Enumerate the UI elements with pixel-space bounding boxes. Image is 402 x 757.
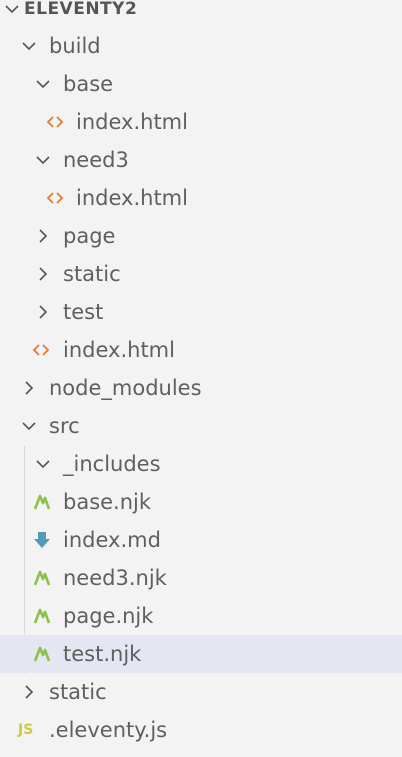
tree-item-eleventy-js[interactable]: JS .eleventy.js [0, 711, 402, 749]
tree-item-label: base.njk [63, 490, 152, 514]
tree-item-label: .eleventy.js [49, 718, 168, 742]
tree-item-label: node_modules [49, 376, 202, 400]
tree-item-label: index.md [63, 528, 161, 552]
tree-item-label: index.html [63, 338, 175, 362]
chevron-down-icon[interactable] [33, 454, 53, 474]
html-code-icon [45, 112, 65, 132]
file-explorer: ELEVENTY2 build base index.html need3 in… [0, 0, 402, 757]
chevron-right-icon[interactable] [19, 378, 39, 398]
tree-item-label: index.html [76, 110, 188, 134]
chevron-down-icon[interactable] [33, 74, 53, 94]
nunjucks-icon [32, 644, 52, 664]
html-code-icon [31, 340, 51, 360]
chevron-down-icon[interactable] [19, 36, 39, 56]
tree-item-need3-index-html[interactable]: index.html [0, 179, 402, 217]
javascript-icon: JS [18, 722, 34, 738]
tree-item-test-njk[interactable]: test.njk [0, 635, 402, 673]
nunjucks-icon [32, 606, 52, 626]
nunjucks-icon [32, 568, 52, 588]
tree-item-node-modules[interactable]: node_modules [0, 369, 402, 407]
tree-item-label: test.njk [63, 642, 142, 666]
chevron-right-icon[interactable] [33, 302, 53, 322]
chevron-down-icon[interactable] [19, 416, 39, 436]
tree-item-label: src [49, 414, 80, 438]
tree-item-label: page [63, 224, 116, 248]
tree-item-need3[interactable]: need3 [0, 141, 402, 179]
tree-item-label: static [49, 680, 107, 704]
tree-item-label: index.html [76, 186, 188, 210]
tree-item-build-index-html[interactable]: index.html [0, 331, 402, 369]
tree-item-label: build [49, 34, 101, 58]
tree-item-need3-njk[interactable]: need3.njk [0, 559, 402, 597]
nunjucks-icon [32, 492, 52, 512]
tree-item-build[interactable]: build [0, 27, 402, 65]
tree-item-page[interactable]: page [0, 217, 402, 255]
tree-item-static-build[interactable]: static [0, 255, 402, 293]
chevron-down-icon[interactable] [2, 0, 22, 19]
tree-item-label: static [63, 262, 121, 286]
tree-item-label: need3 [63, 148, 129, 172]
chevron-right-icon[interactable] [33, 264, 53, 284]
tree-item-label: need3.njk [63, 566, 167, 590]
tree-item-label: base [63, 72, 114, 96]
tree-item-base-index-html[interactable]: index.html [0, 103, 402, 141]
tree-item-includes[interactable]: _includes [0, 445, 402, 483]
tree-item-base[interactable]: base [0, 65, 402, 103]
tree-item-base-njk[interactable]: base.njk [0, 483, 402, 521]
tree-item-static-root[interactable]: static [0, 673, 402, 711]
tree-item-page-njk[interactable]: page.njk [0, 597, 402, 635]
chevron-right-icon[interactable] [33, 226, 53, 246]
chevron-right-icon[interactable] [19, 682, 39, 702]
tree-item-src[interactable]: src [0, 407, 402, 445]
chevron-down-icon[interactable] [33, 150, 53, 170]
html-code-icon [45, 188, 65, 208]
markdown-download-icon [32, 530, 52, 550]
explorer-root-header[interactable]: ELEVENTY2 [0, 0, 402, 28]
tree-item-label: _includes [63, 452, 161, 476]
tree-item-label: page.njk [63, 604, 154, 628]
explorer-root-label: ELEVENTY2 [24, 0, 138, 19]
tree-item-test[interactable]: test [0, 293, 402, 331]
tree-item-index-md[interactable]: index.md [0, 521, 402, 559]
tree-item-label: test [63, 300, 104, 324]
